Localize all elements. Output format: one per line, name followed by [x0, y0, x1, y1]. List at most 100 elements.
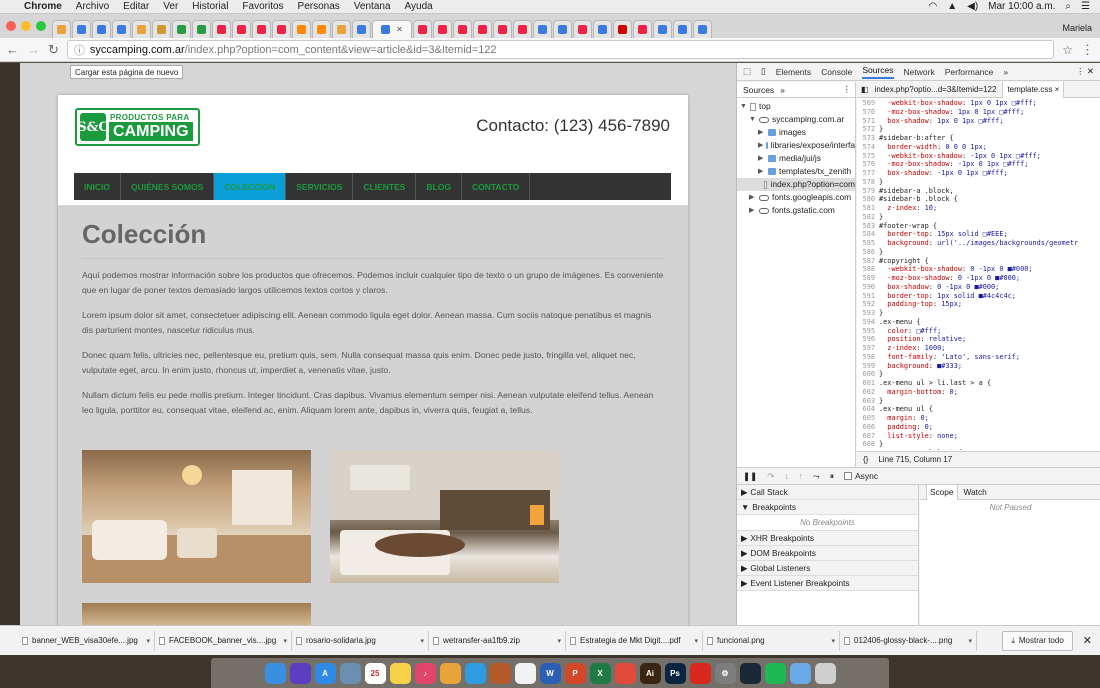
line-number[interactable]: 607: [857, 432, 879, 441]
line-number[interactable]: 603: [857, 397, 879, 406]
browser-tab[interactable]: [92, 20, 111, 38]
gallery-photo-living-room[interactable]: [82, 450, 311, 583]
browser-tab[interactable]: [673, 20, 692, 38]
tab-scope[interactable]: Scope: [926, 484, 958, 500]
code-line[interactable]: 591 border-top: 1px solid ■#4c4c4c;: [857, 292, 1100, 301]
code-line[interactable]: 589 -moz-box-shadow: 0 -1px 0 ■#000;: [857, 274, 1100, 283]
download-item[interactable]: rosario-solidaria.jpg ▾: [296, 630, 429, 651]
code-line[interactable]: 573 #sidebar-b:after {: [857, 134, 1100, 143]
line-number[interactable]: 571: [857, 117, 879, 126]
code-line[interactable]: 599 background: ■#333;: [857, 362, 1100, 371]
code-line[interactable]: 600}: [857, 370, 1100, 379]
line-number[interactable]: 581: [857, 204, 879, 213]
code-line[interactable]: 596 position: relative;: [857, 335, 1100, 344]
browser-tab[interactable]: ✕: [372, 20, 412, 38]
code-line[interactable]: 590 box-shadow: 0 -1px 0 ■#000;: [857, 283, 1100, 292]
file-tree-item[interactable]: ▶ fonts.gstatic.com: [737, 204, 855, 217]
line-number[interactable]: 574: [857, 143, 879, 152]
code-line[interactable]: 602 margin-bottom: 0;: [857, 388, 1100, 397]
tab-watch[interactable]: Watch: [964, 487, 987, 497]
download-options-icon[interactable]: ▾: [557, 637, 561, 645]
menu-ventana[interactable]: Ventana: [354, 1, 391, 12]
menu-ayuda[interactable]: Ayuda: [405, 1, 433, 12]
browser-tab[interactable]: [453, 20, 472, 38]
app-store-icon[interactable]: A: [314, 662, 336, 684]
browser-tab[interactable]: [192, 20, 211, 38]
forward-arrow-icon[interactable]: →: [27, 42, 40, 57]
line-number[interactable]: 577: [857, 169, 879, 178]
acrobat-icon[interactable]: [689, 662, 711, 684]
code-line[interactable]: 605 margin: 0;: [857, 414, 1100, 423]
eject-icon[interactable]: ▲: [947, 1, 957, 12]
wifi-icon[interactable]: ◠: [928, 1, 937, 12]
menu-archivo[interactable]: Archivo: [76, 1, 109, 12]
code-line[interactable]: 608}: [857, 440, 1100, 449]
download-options-icon[interactable]: ▾: [694, 637, 698, 645]
code-line[interactable]: 609.ex-menu > ul.l1:before,: [857, 449, 1100, 450]
editor-tab-template-css[interactable]: template.css ×: [1002, 81, 1065, 98]
line-number[interactable]: 582: [857, 213, 879, 222]
browser-tab[interactable]: [533, 20, 552, 38]
download-item[interactable]: funcional.png ▾: [707, 630, 840, 651]
line-number[interactable]: 575: [857, 152, 879, 161]
menu-favoritos[interactable]: Favoritos: [242, 1, 283, 12]
code-line[interactable]: 595 color: □#fff;: [857, 327, 1100, 336]
minimize-window-button[interactable]: [21, 21, 31, 31]
menu-editar[interactable]: Editar: [123, 1, 149, 12]
code-line[interactable]: 601 .ex-menu ul > li.last > a {: [857, 379, 1100, 388]
notes-icon[interactable]: [389, 662, 411, 684]
download-item[interactable]: banner_WEB_visa30efe....jpg ▾: [22, 630, 155, 651]
download-item[interactable]: FACEBOOK_banner_vis....jpg ▾: [159, 630, 292, 651]
line-number[interactable]: 609: [857, 449, 879, 450]
line-number[interactable]: 585: [857, 239, 879, 248]
code-line[interactable]: 592 padding-top: 15px;: [857, 300, 1100, 309]
bookmark-star-icon[interactable]: ☆: [1062, 43, 1073, 57]
browser-tab[interactable]: [553, 20, 572, 38]
browser-tab[interactable]: [352, 20, 371, 38]
browser-tab[interactable]: [152, 20, 171, 38]
file-tree-item[interactable]: ▶ images: [737, 126, 855, 139]
code-line[interactable]: 579 #sidebar-a .block,: [857, 187, 1100, 196]
line-number[interactable]: 602: [857, 388, 879, 397]
line-number[interactable]: 576: [857, 160, 879, 169]
steam-icon[interactable]: [739, 662, 761, 684]
messages-icon[interactable]: [464, 662, 486, 684]
menu-item-servicios[interactable]: SERVICIOS: [286, 173, 354, 200]
section-event-listener-breakpoints[interactable]: ▶ Event Listener Breakpoints: [737, 576, 918, 591]
code-line[interactable]: 570 -moz-box-shadow: 1px 0 1px □#fff;: [857, 108, 1100, 117]
browser-tab[interactable]: [413, 20, 432, 38]
devtools-menu-icon[interactable]: ⋮ ✕: [1076, 66, 1100, 77]
close-window-button[interactable]: [6, 21, 16, 31]
menu-item-contacto[interactable]: CONTACTO: [462, 173, 531, 200]
line-number[interactable]: 592: [857, 300, 879, 309]
calendar-icon[interactable]: 25: [364, 662, 386, 684]
profile-button[interactable]: Mariela: [1054, 23, 1100, 38]
step-into-icon[interactable]: ↓: [784, 471, 788, 481]
siri-icon[interactable]: [289, 662, 311, 684]
line-number[interactable]: 580: [857, 195, 879, 204]
powerpoint-icon[interactable]: P: [564, 662, 586, 684]
reload-icon[interactable]: ↻: [48, 42, 59, 58]
browser-tab[interactable]: [232, 20, 251, 38]
line-number[interactable]: 604: [857, 405, 879, 414]
code-line[interactable]: 569 -webkit-box-shadow: 1px 0 1px □#fff;: [857, 99, 1100, 108]
download-options-icon[interactable]: ▾: [420, 637, 424, 645]
code-line[interactable]: 603}: [857, 397, 1100, 406]
section-dom-breakpoints[interactable]: ▶ DOM Breakpoints: [737, 546, 918, 561]
preview-icon[interactable]: [339, 662, 361, 684]
code-line[interactable]: 604 .ex-menu ul {: [857, 405, 1100, 414]
line-number[interactable]: 601: [857, 379, 879, 388]
file-tree-item[interactable]: ▶ media/jui/js: [737, 152, 855, 165]
section-breakpoints[interactable]: ▼ Breakpoints: [737, 500, 918, 515]
code-view[interactable]: 569 -webkit-box-shadow: 1px 0 1px □#fff;…: [857, 98, 1100, 450]
gallery-photo-third[interactable]: [82, 603, 311, 625]
line-number[interactable]: 595: [857, 327, 879, 336]
line-number[interactable]: 588: [857, 265, 879, 274]
async-checkbox[interactable]: Async: [843, 471, 878, 481]
file-tree-item[interactable]: ▼ syccamping.com.ar: [737, 113, 855, 126]
line-number[interactable]: 586: [857, 248, 879, 257]
browser-tab[interactable]: [332, 20, 351, 38]
photos-icon[interactable]: [439, 662, 461, 684]
code-line[interactable]: 576 -moz-box-shadow: -1px 0 1px □#fff;: [857, 160, 1100, 169]
deactivate-breakpoints-icon[interactable]: ⤳: [813, 471, 820, 482]
